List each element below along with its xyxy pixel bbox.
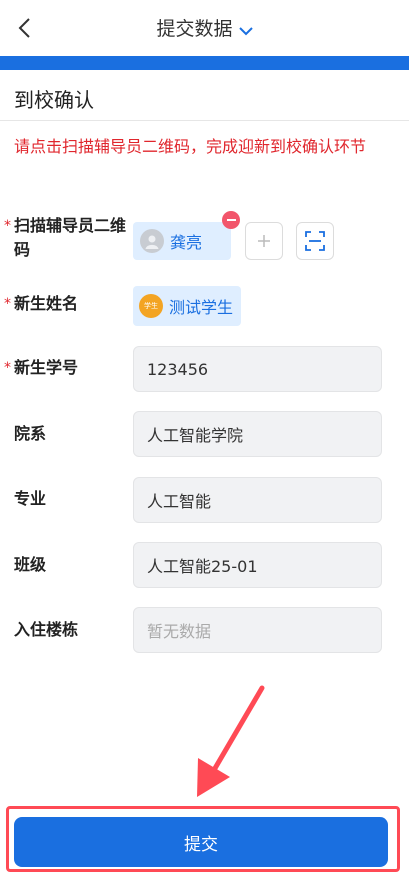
department-field[interactable]: 人工智能学院 [133, 411, 382, 457]
major-label: 专业 [14, 489, 47, 508]
scan-qr-button[interactable] [296, 222, 334, 260]
student-name-label: 新生姓名 [14, 294, 79, 313]
student-avatar: 学生 [139, 294, 163, 318]
chevron-down-icon [238, 19, 253, 41]
plus-icon [258, 235, 270, 247]
header-accent-bar [0, 56, 409, 70]
submit-button[interactable]: 提交 [14, 817, 388, 867]
divider [0, 120, 409, 121]
dorm-field[interactable]: 暂无数据 [133, 607, 382, 653]
department-label: 院系 [14, 424, 47, 443]
page-title-dropdown[interactable]: 提交数据 [0, 14, 409, 41]
remove-icon[interactable] [222, 211, 240, 229]
student-name: 测试学生 [169, 298, 234, 317]
student-id-label: 新生学号 [14, 358, 79, 377]
counselor-chip: 龚亮 [133, 222, 231, 260]
required-marker: * [4, 360, 11, 376]
scan-icon [305, 231, 325, 251]
page-title: 提交数据 [156, 18, 233, 40]
counselor-name: 龚亮 [170, 233, 203, 252]
dorm-label: 入住楼栋 [14, 620, 79, 639]
avatar [140, 229, 164, 253]
required-marker: * [4, 218, 11, 234]
add-button[interactable] [245, 222, 283, 260]
section-title: 到校确认 [14, 88, 94, 112]
student-id-field[interactable]: 123456 [133, 346, 382, 392]
required-marker: * [4, 296, 11, 312]
student-chip: 学生 测试学生 [133, 286, 241, 326]
counselor-qr-label: 扫描辅导员二维码 [14, 216, 127, 259]
class-label: 班级 [14, 555, 47, 574]
user-icon [145, 235, 159, 249]
major-field[interactable]: 人工智能 [133, 477, 382, 523]
class-field[interactable]: 人工智能25-01 [133, 542, 382, 588]
instruction-notice: 请点击扫描辅导员二维码，完成迎新到校确认环节 [14, 137, 367, 156]
top-nav-bar: 提交数据 [0, 0, 409, 56]
